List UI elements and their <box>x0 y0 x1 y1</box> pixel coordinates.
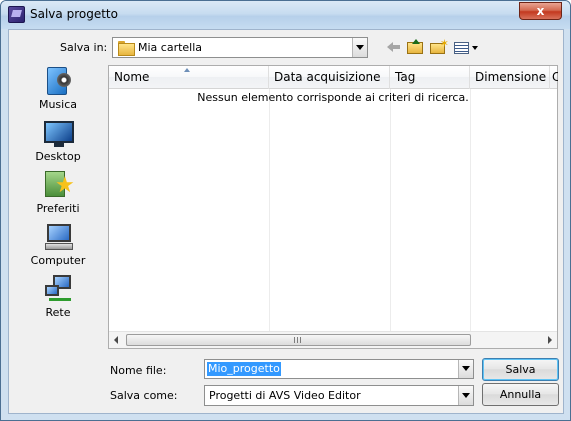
window-title: Salva progetto <box>30 7 118 21</box>
filename-value[interactable]: Mio_progetto <box>207 362 281 376</box>
filename-input[interactable]: Mio_progetto <box>204 359 474 379</box>
horizontal-scrollbar[interactable] <box>109 331 557 348</box>
scroll-left-icon[interactable] <box>114 336 118 344</box>
column-header-more[interactable]: C <box>550 66 558 89</box>
dialog-body: Salva in: Mia cartella ✶ Musica Desktop … <box>8 29 564 414</box>
list-header: Nome Data acquisizione Tag Dimensione C <box>109 66 558 89</box>
close-button[interactable]: x <box>519 2 562 20</box>
app-icon <box>8 6 25 23</box>
chevron-down-icon[interactable] <box>458 360 473 378</box>
filetype-value: Progetti di AVS Video Editor <box>209 389 361 402</box>
save-button[interactable]: Salva <box>482 358 559 381</box>
title-bar[interactable]: Salva progetto x <box>1 1 570 29</box>
column-header-tag[interactable]: Tag <box>390 66 470 89</box>
column-divider <box>470 89 471 331</box>
place-label: Computer <box>30 254 86 267</box>
column-divider <box>390 89 391 331</box>
place-label: Desktop <box>35 150 81 163</box>
place-favorites[interactable]: ★ Preferiti <box>14 169 102 221</box>
column-header-size[interactable]: Dimensione <box>470 66 550 89</box>
music-icon <box>43 65 75 97</box>
empty-list-message: Nessun elemento corrisponde ai criteri d… <box>197 91 469 104</box>
chevron-down-icon[interactable] <box>458 386 473 405</box>
save-in-label: Salva in: <box>60 41 108 54</box>
cancel-button[interactable]: Annulla <box>482 383 559 406</box>
places-bar: Musica Desktop ★ Preferiti Computer Rete <box>14 65 102 367</box>
place-label: Preferiti <box>36 202 80 215</box>
network-icon <box>43 273 75 305</box>
place-computer[interactable]: Computer <box>14 221 102 273</box>
folder-icon <box>118 41 135 56</box>
save-in-dropdown[interactable]: Mia cartella <box>112 37 368 58</box>
sort-ascending-icon <box>184 68 190 72</box>
place-network[interactable]: Rete <box>14 273 102 325</box>
back-arrow-icon[interactable] <box>387 39 401 56</box>
column-header-date[interactable]: Data acquisizione <box>269 66 390 89</box>
place-music[interactable]: Musica <box>14 65 102 117</box>
filetype-label: Salva come: <box>110 389 178 402</box>
favorites-icon: ★ <box>43 169 75 201</box>
place-label: Rete <box>45 306 71 319</box>
scroll-right-icon[interactable] <box>548 336 552 344</box>
place-desktop[interactable]: Desktop <box>14 117 102 169</box>
filetype-dropdown[interactable]: Progetti di AVS Video Editor <box>204 385 474 406</box>
new-folder-icon[interactable]: ✶ <box>430 37 449 56</box>
file-list[interactable]: Nome Data acquisizione Tag Dimensione C … <box>108 65 558 349</box>
desktop-icon <box>43 117 75 149</box>
column-divider <box>269 89 270 331</box>
save-in-value: Mia cartella <box>138 41 203 54</box>
up-folder-icon[interactable] <box>407 39 425 56</box>
filename-label: Nome file: <box>110 364 167 377</box>
computer-icon <box>43 221 75 253</box>
place-label: Musica <box>38 98 78 111</box>
save-dialog-window: Salva progetto x Salva in: Mia cartella … <box>0 0 571 421</box>
chevron-down-icon[interactable] <box>352 38 367 57</box>
scrollbar-thumb[interactable] <box>126 334 471 346</box>
view-menu-icon[interactable] <box>454 39 480 56</box>
